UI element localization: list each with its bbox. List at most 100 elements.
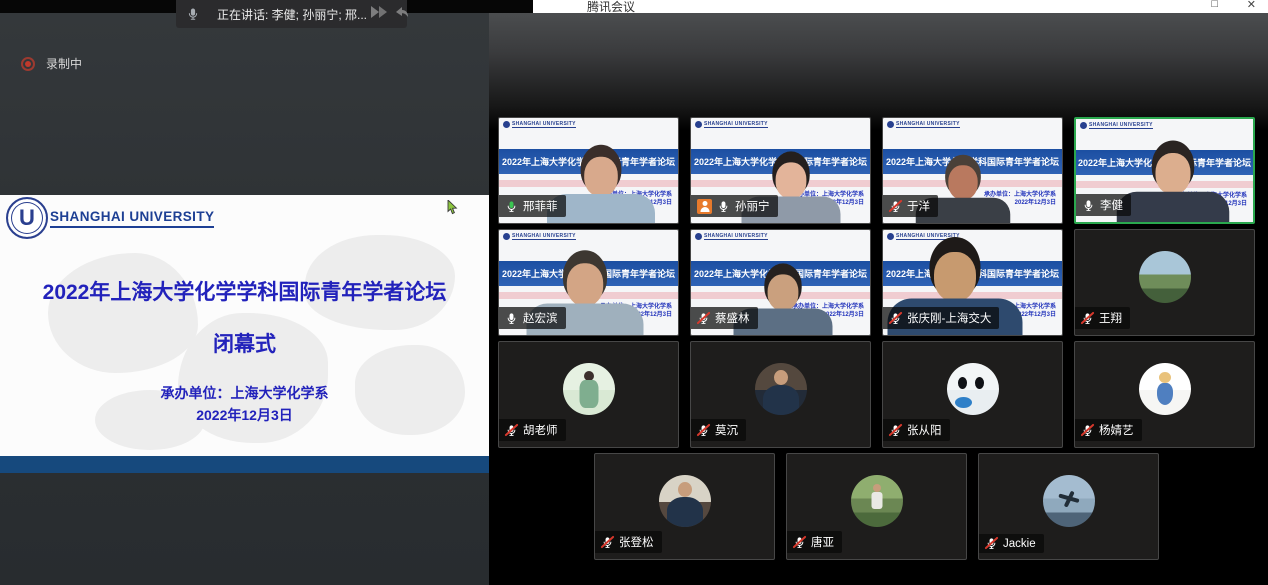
virtual-bg-logo: SHANGHAI UNIVERSITY [503,121,576,128]
mic-status-icon [505,312,518,325]
participant-tile[interactable]: SHANGHAI UNIVERSITY 2022年上海大学化学学科国际青年学者论… [1074,117,1255,224]
participant-name-tag: 王翔 [1075,307,1130,329]
participant-name: 杨婧艺 [1099,422,1134,438]
mic-status-icon [889,200,902,213]
avatar-image [659,475,711,527]
participant-name: 王翔 [1099,310,1122,326]
participant-tile[interactable]: 杨婧艺 [1074,341,1255,448]
shanghai-university-logo: U SHANGHAI UNIVERSITY [6,197,214,239]
avatar-image [563,363,615,415]
mic-status-icon [717,200,730,213]
tencent-meeting-window: 腾讯会议 □ ✕ 正在讲话: 李健; 孙丽宁; 邢... 录制中 [0,0,1268,585]
participant-name: 胡老师 [523,422,558,438]
recording-icon [21,57,35,71]
mic-status-icon [1081,312,1094,325]
participant-name-tag: 孙丽宁 [691,195,778,217]
participant-name: Jackie [1003,538,1036,550]
participant-name: 唐亚 [811,534,834,550]
participant-video-silhouette [1116,141,1229,224]
virtual-bg-logo: SHANGHAI UNIVERSITY [1080,122,1153,129]
participant-tile[interactable]: SHANGHAI UNIVERSITY 2022年上海大学化学学科国际青年学者论… [882,229,1063,336]
participant-tile[interactable]: Jackie [978,453,1159,560]
mic-status-icon [1082,199,1095,212]
university-emblem-icon [887,121,894,128]
slide-subtitle: 闭幕式 [0,328,489,358]
virtual-bg-logo: SHANGHAI UNIVERSITY [503,233,576,240]
slide-organizer: 承办单位：上海大学化学系 [0,383,489,403]
speaking-indicator-bar[interactable]: 正在讲话: 李健; 孙丽宁; 邢... [176,0,407,28]
participant-name-tag: 李健 [1076,194,1131,216]
mic-status-icon [985,537,998,550]
participant-name: 张从阳 [907,422,942,438]
mic-status-icon [505,200,518,213]
participant-grid: SHANGHAI UNIVERSITY 2022年上海大学化学学科国际青年学者论… [489,13,1268,585]
participant-name-tag: 邢菲菲 [499,195,566,217]
participant-tile[interactable]: SHANGHAI UNIVERSITY 2022年上海大学化学学科国际青年学者论… [498,229,679,336]
presenter-badge-icon [697,199,712,214]
participant-name-tag: 张庆刚-上海交大 [883,307,999,329]
mic-status-icon [793,536,806,549]
undo-arrow-icon[interactable] [392,4,410,25]
virtual-bg-logo: SHANGHAI UNIVERSITY [695,233,768,240]
participant-name-tag: Jackie [979,534,1044,553]
university-emblem-icon: U [6,197,48,239]
recording-label: 录制中 [46,55,82,72]
participant-name: 孙丽宁 [735,198,770,214]
participant-name: 蔡盛林 [715,310,750,326]
participant-name-tag: 蔡盛林 [691,307,758,329]
screen-share-pane: 录制中 U SHANGHAI UNIVERSITY 2022年上海大学化学学科国… [0,13,489,585]
speaking-text: 正在讲话: 李健; 孙丽宁; 邢... [217,6,367,23]
university-emblem-icon [695,121,702,128]
university-emblem-icon [503,121,510,128]
mic-status-icon [889,424,902,437]
university-logo-text: SHANGHAI UNIVERSITY [50,209,214,228]
participant-name: 张庆刚-上海交大 [907,310,991,326]
participant-name-tag: 张从阳 [883,419,950,441]
mic-status-icon [505,424,518,437]
participant-name-tag: 莫沉 [691,419,746,441]
avatar-image [851,475,903,527]
slide-title: 2022年上海大学化学学科国际青年学者论坛 [0,276,489,306]
mic-status-icon [1081,424,1094,437]
participant-name: 张登松 [619,534,654,550]
recording-indicator: 录制中 [21,55,82,72]
virtual-bg-logo: SHANGHAI UNIVERSITY [887,121,960,128]
participant-tile[interactable]: 胡老师 [498,341,679,448]
participant-name: 莫沉 [715,422,738,438]
participant-tile[interactable]: SHANGHAI UNIVERSITY 2022年上海大学化学学科国际青年学者论… [690,117,871,224]
close-button[interactable]: ✕ [1247,0,1256,11]
participant-tile[interactable]: 张从阳 [882,341,1063,448]
participant-tile[interactable]: SHANGHAI UNIVERSITY 2022年上海大学化学学科国际青年学者论… [498,117,679,224]
participant-tile[interactable]: SHANGHAI UNIVERSITY 2022年上海大学化学学科国际青年学者论… [690,229,871,336]
participant-name: 邢菲菲 [523,198,558,214]
participant-name-tag: 赵宏滨 [499,307,566,329]
mic-status-icon [601,536,614,549]
participant-name-tag: 于洋 [883,195,938,217]
participant-name: 于洋 [907,198,930,214]
participant-tile[interactable]: 王翔 [1074,229,1255,336]
participant-tile[interactable]: 莫沉 [690,341,871,448]
avatar-image [1139,363,1191,415]
participant-name-tag: 杨婧艺 [1075,419,1142,441]
microphone-icon [186,7,200,21]
participant-name: 赵宏滨 [523,310,558,326]
window-title: 腾讯会议 [587,0,635,13]
participant-tile[interactable]: 张登松 [594,453,775,560]
mouse-cursor [447,200,458,220]
avatar-image [755,363,807,415]
avatar-image [947,363,999,415]
slide-date: 2022年12月3日 [0,405,489,425]
participant-tile[interactable]: 唐亚 [786,453,967,560]
mic-status-icon [889,312,902,325]
virtual-bg-logo: SHANGHAI UNIVERSITY [695,121,768,128]
presentation-slide: U SHANGHAI UNIVERSITY 2022年上海大学化学学科国际青年学… [0,195,489,473]
university-emblem-icon [503,233,510,240]
maximize-button[interactable]: □ [1211,0,1218,10]
participant-name-tag: 唐亚 [787,531,842,553]
avatar-image [1043,475,1095,527]
university-emblem-icon [1080,122,1087,129]
double-arrow-icon[interactable] [368,4,390,25]
participant-tile[interactable]: SHANGHAI UNIVERSITY 2022年上海大学化学学科国际青年学者论… [882,117,1063,224]
participant-name-tag: 张登松 [595,531,662,553]
slide-footer-bar [0,456,489,473]
